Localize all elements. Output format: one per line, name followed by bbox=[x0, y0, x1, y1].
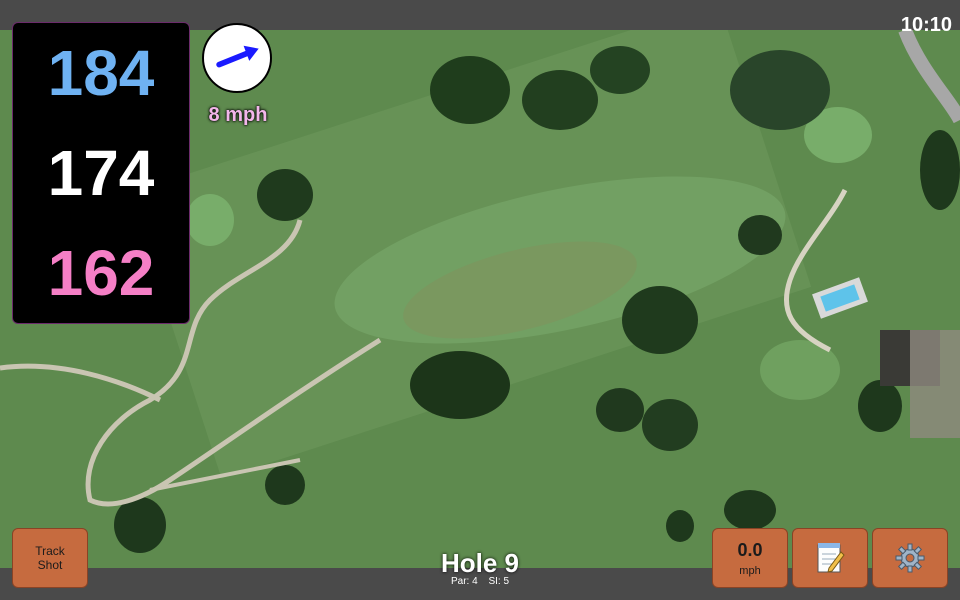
wind-arrow-icon bbox=[216, 45, 259, 68]
notes-button[interactable] bbox=[792, 528, 868, 588]
track-shot-button[interactable]: Track Shot bbox=[12, 528, 88, 588]
distance-panel: 184 174 162 bbox=[12, 22, 190, 324]
hole-title: Hole 9 bbox=[440, 548, 520, 578]
gear-icon bbox=[895, 543, 925, 573]
speed-value: 0.0 bbox=[737, 539, 763, 560]
distance-middle: 174 bbox=[47, 137, 155, 209]
track-shot-label-line2: Shot bbox=[37, 558, 63, 572]
settings-button[interactable] bbox=[872, 528, 948, 588]
hole-par: Par: 4 bbox=[450, 576, 478, 587]
distance-back: 184 bbox=[47, 37, 155, 109]
track-shot-label-line1: Track bbox=[35, 544, 65, 558]
wind-speed-label: 8 mph bbox=[208, 104, 268, 126]
hole-info: Par: 4 SI: 5 bbox=[380, 576, 580, 587]
speed-button[interactable]: 0.0 mph bbox=[712, 528, 788, 588]
notepad-icon bbox=[817, 543, 845, 573]
speed-unit: mph bbox=[739, 564, 761, 577]
hole-stroke-index: SI: 5 bbox=[488, 576, 510, 587]
wind-indicator bbox=[202, 23, 272, 93]
clock-time: 10:10 bbox=[900, 14, 952, 36]
distance-front: 162 bbox=[47, 237, 155, 309]
